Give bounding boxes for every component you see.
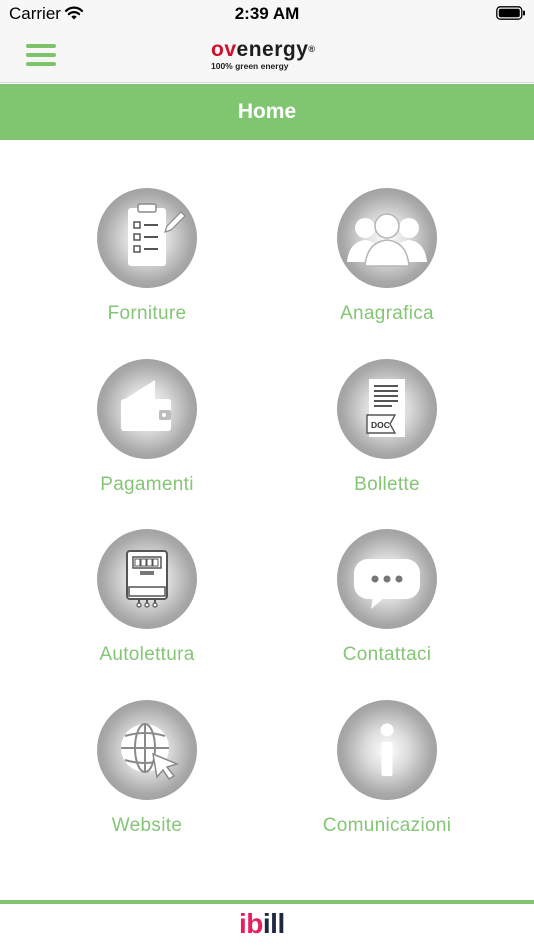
- ibill-logo-b: b: [246, 908, 263, 939]
- meter-icon: [126, 550, 168, 608]
- tile-contattaci-circle: [337, 529, 437, 629]
- globe-cursor-icon: [121, 723, 180, 781]
- tile-anagrafica[interactable]: Anagrafica: [287, 188, 487, 325]
- clipboard-checklist-icon: [128, 203, 186, 266]
- document-icon: DOC: [366, 379, 405, 437]
- logo-registered-mark: ®: [308, 44, 316, 54]
- ibill-logo: ibill: [239, 908, 285, 940]
- tile-autolettura[interactable]: Autolettura: [47, 529, 247, 666]
- doc-badge-text: DOC: [371, 420, 390, 430]
- ovenergy-logo: ovenergy® 100% green energy: [211, 39, 316, 71]
- tile-autolettura-circle: [97, 529, 197, 629]
- tile-contattaci-label: Contattaci: [342, 644, 432, 665]
- tile-bollette-label: Bollette: [354, 474, 420, 495]
- tile-forniture-label: Forniture: [107, 303, 187, 324]
- title-bar: Home: [0, 84, 534, 140]
- hamburger-menu-icon[interactable]: [26, 44, 56, 68]
- tile-anagrafica-label: Anagrafica: [340, 303, 434, 324]
- wallet-icon: [121, 380, 171, 431]
- status-bar: Carrier 2:39 AM: [0, 0, 534, 28]
- tile-comunicazioni-circle: [337, 700, 437, 800]
- tile-forniture[interactable]: Forniture: [47, 188, 247, 325]
- tile-pagamenti-circle: [97, 359, 197, 459]
- tile-pagamenti-label: Pagamenti: [100, 474, 194, 495]
- status-clock: 2:39 AM: [234, 4, 300, 23]
- tile-bollette-circle: DOC: [337, 359, 437, 459]
- tile-autolettura-label: Autolettura: [99, 644, 195, 665]
- logo-energy-text: energy: [236, 38, 309, 61]
- tile-comunicazioni-label: Comunicazioni: [322, 815, 452, 836]
- tile-website-circle: [97, 700, 197, 800]
- tile-pagamenti[interactable]: Pagamenti: [47, 359, 247, 496]
- tile-contattaci[interactable]: Contattaci: [287, 529, 487, 666]
- tile-forniture-circle: [97, 188, 197, 288]
- chat-bubble-icon: [354, 559, 420, 609]
- tile-website-label: Website: [111, 815, 183, 836]
- ibill-logo-rest: ill: [262, 908, 285, 939]
- tile-website[interactable]: Website: [47, 700, 247, 837]
- footer: ibill: [0, 904, 534, 950]
- logo-ov-text: ov: [211, 38, 237, 61]
- tile-bollette[interactable]: DOC Bollette: [287, 359, 487, 496]
- nav-bar: ovenergy® 100% green energy: [0, 28, 534, 83]
- battery-icon: [496, 6, 525, 20]
- people-group-icon: [347, 213, 427, 267]
- tile-comunicazioni[interactable]: Comunicazioni: [287, 700, 487, 837]
- logo-tagline: 100% green energy: [211, 61, 289, 71]
- page-title: Home: [237, 100, 297, 123]
- tile-anagrafica-circle: [337, 188, 437, 288]
- info-icon: [380, 723, 394, 776]
